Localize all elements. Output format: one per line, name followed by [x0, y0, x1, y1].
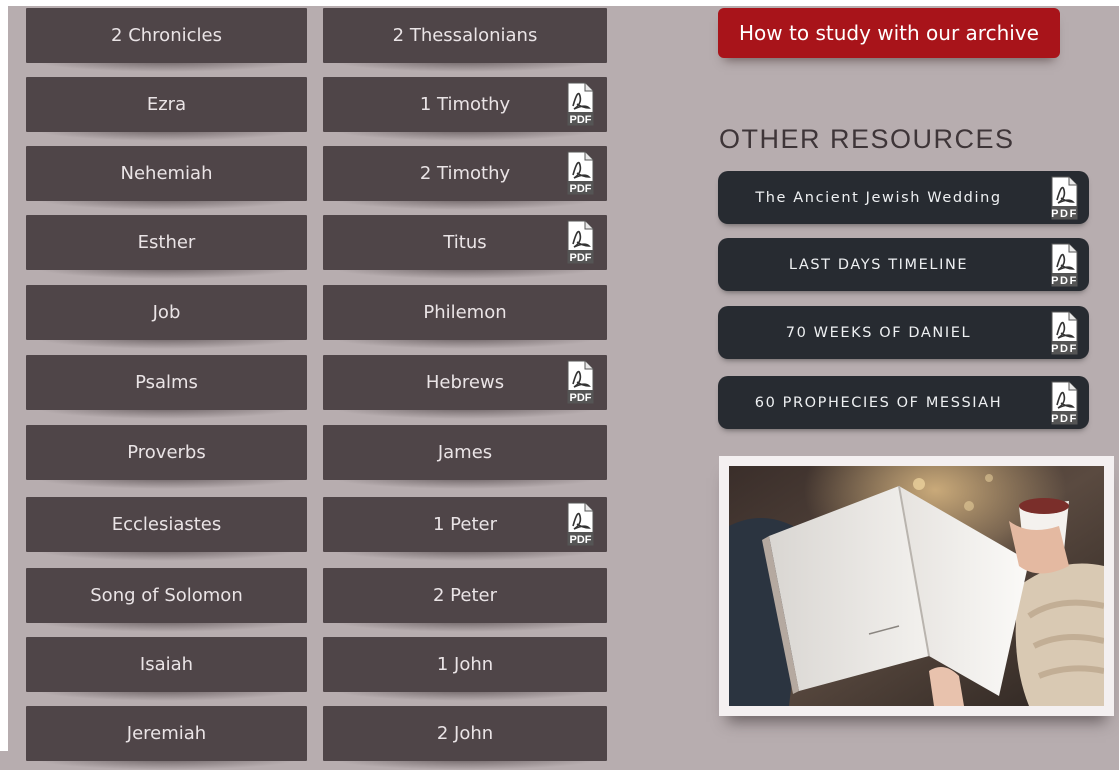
- pdf-icon-text: PDF: [1051, 208, 1078, 220]
- book-label: Ezra: [146, 94, 187, 115]
- book-label: Titus: [443, 232, 487, 253]
- book-label: 1 Timothy: [419, 94, 511, 115]
- resource-button-4[interactable]: 60 PROPHECIES OF MESSIAH PDF: [718, 376, 1089, 429]
- resource-button-3[interactable]: 70 WEEKS OF DANIEL PDF: [718, 306, 1089, 359]
- book-button-2-chronicles[interactable]: 2 Chronicles: [26, 8, 307, 72]
- pdf-icon[interactable]: PDF: [1049, 176, 1079, 220]
- book-button-1-peter[interactable]: 1 Peter PDF: [323, 497, 607, 561]
- book-label: Ecclesiastes: [111, 514, 222, 535]
- book-label: 1 John: [436, 654, 494, 675]
- pdf-icon-text: PDF: [1051, 343, 1078, 355]
- book-button-2-timothy[interactable]: 2 Timothy PDF: [323, 146, 607, 210]
- pdf-icon-text: PDF: [570, 114, 592, 126]
- book-button-jeremiah[interactable]: Jeremiah: [26, 706, 307, 770]
- book-button-philemon[interactable]: Philemon: [323, 285, 607, 349]
- book-button-job[interactable]: Job: [26, 285, 307, 349]
- pdf-icon[interactable]: PDF: [1049, 381, 1079, 425]
- book-label: Job: [152, 302, 181, 323]
- pdf-icon[interactable]: PDF: [565, 82, 595, 126]
- book-button-2-peter[interactable]: 2 Peter: [323, 568, 607, 632]
- book-label: 2 John: [436, 723, 494, 744]
- book-label: 2 Peter: [433, 585, 497, 606]
- book-button-2-john[interactable]: 2 John: [323, 706, 607, 770]
- book-label: James: [437, 442, 493, 463]
- pdf-icon[interactable]: PDF: [565, 151, 595, 195]
- pdf-icon-text: PDF: [570, 252, 592, 264]
- how-to-study-label: How to study with our archive: [739, 21, 1039, 45]
- book-button-psalms[interactable]: Psalms: [26, 355, 307, 419]
- left-edge: [0, 0, 8, 751]
- book-label: Nehemiah: [120, 163, 213, 184]
- pdf-icon-text: PDF: [570, 534, 592, 546]
- other-resources-heading: OTHER RESOURCES: [719, 124, 1015, 154]
- book-button-proverbs[interactable]: Proverbs: [26, 425, 307, 489]
- pdf-icon-text: PDF: [570, 392, 592, 404]
- book-button-song-of-solomon[interactable]: Song of Solomon: [26, 568, 307, 632]
- book-button-james[interactable]: James: [323, 425, 607, 489]
- pdf-icon-text: PDF: [1051, 275, 1078, 287]
- pdf-icon[interactable]: PDF: [1049, 311, 1079, 355]
- book-button-2-thessalonians[interactable]: 2 Thessalonians: [323, 8, 607, 72]
- book-button-isaiah[interactable]: Isaiah: [26, 637, 307, 701]
- top-edge: [0, 0, 1119, 6]
- book-label: 1 Peter: [433, 514, 497, 535]
- book-button-1-john[interactable]: 1 John: [323, 637, 607, 701]
- pdf-icon[interactable]: PDF: [565, 220, 595, 264]
- open-book-photo: [729, 466, 1104, 706]
- book-button-hebrews[interactable]: Hebrews PDF: [323, 355, 607, 419]
- pdf-icon-text: PDF: [570, 183, 592, 195]
- pdf-icon[interactable]: PDF: [565, 502, 595, 546]
- book-label: 2 Timothy: [419, 163, 511, 184]
- book-button-esther[interactable]: Esther: [26, 215, 307, 279]
- book-label: Jeremiah: [126, 723, 207, 744]
- book-label: Philemon: [423, 302, 507, 323]
- resource-label: LAST DAYS TIMELINE: [788, 256, 969, 273]
- photo-frame: [719, 456, 1114, 716]
- book-label: 2 Chronicles: [111, 25, 222, 46]
- book-button-1-timothy[interactable]: 1 Timothy PDF: [323, 77, 607, 141]
- resource-label: The Ancient Jewish Wedding: [755, 189, 1002, 206]
- resource-label: 70 WEEKS OF DANIEL: [785, 324, 972, 341]
- resource-label: 60 PROPHECIES OF MESSIAH: [754, 394, 1003, 411]
- pdf-icon[interactable]: PDF: [565, 360, 595, 404]
- book-label: Hebrews: [425, 372, 505, 393]
- book-label: Esther: [137, 232, 196, 253]
- resource-button-1[interactable]: The Ancient Jewish Wedding PDF: [718, 171, 1089, 224]
- book-label: Psalms: [135, 372, 198, 393]
- book-button-nehemiah[interactable]: Nehemiah: [26, 146, 307, 210]
- pdf-icon-text: PDF: [1051, 413, 1078, 425]
- pdf-icon[interactable]: PDF: [1049, 243, 1079, 287]
- book-button-ecclesiastes[interactable]: Ecclesiastes: [26, 497, 307, 561]
- how-to-study-button[interactable]: How to study with our archive: [718, 8, 1060, 58]
- book-label: 2 Thessalonians: [392, 25, 538, 46]
- book-button-ezra[interactable]: Ezra: [26, 77, 307, 141]
- book-label: Isaiah: [139, 654, 194, 675]
- book-button-titus[interactable]: Titus PDF: [323, 215, 607, 279]
- book-label: Song of Solomon: [90, 585, 243, 606]
- resource-button-2[interactable]: LAST DAYS TIMELINE PDF: [718, 238, 1089, 291]
- book-label: Proverbs: [127, 442, 206, 463]
